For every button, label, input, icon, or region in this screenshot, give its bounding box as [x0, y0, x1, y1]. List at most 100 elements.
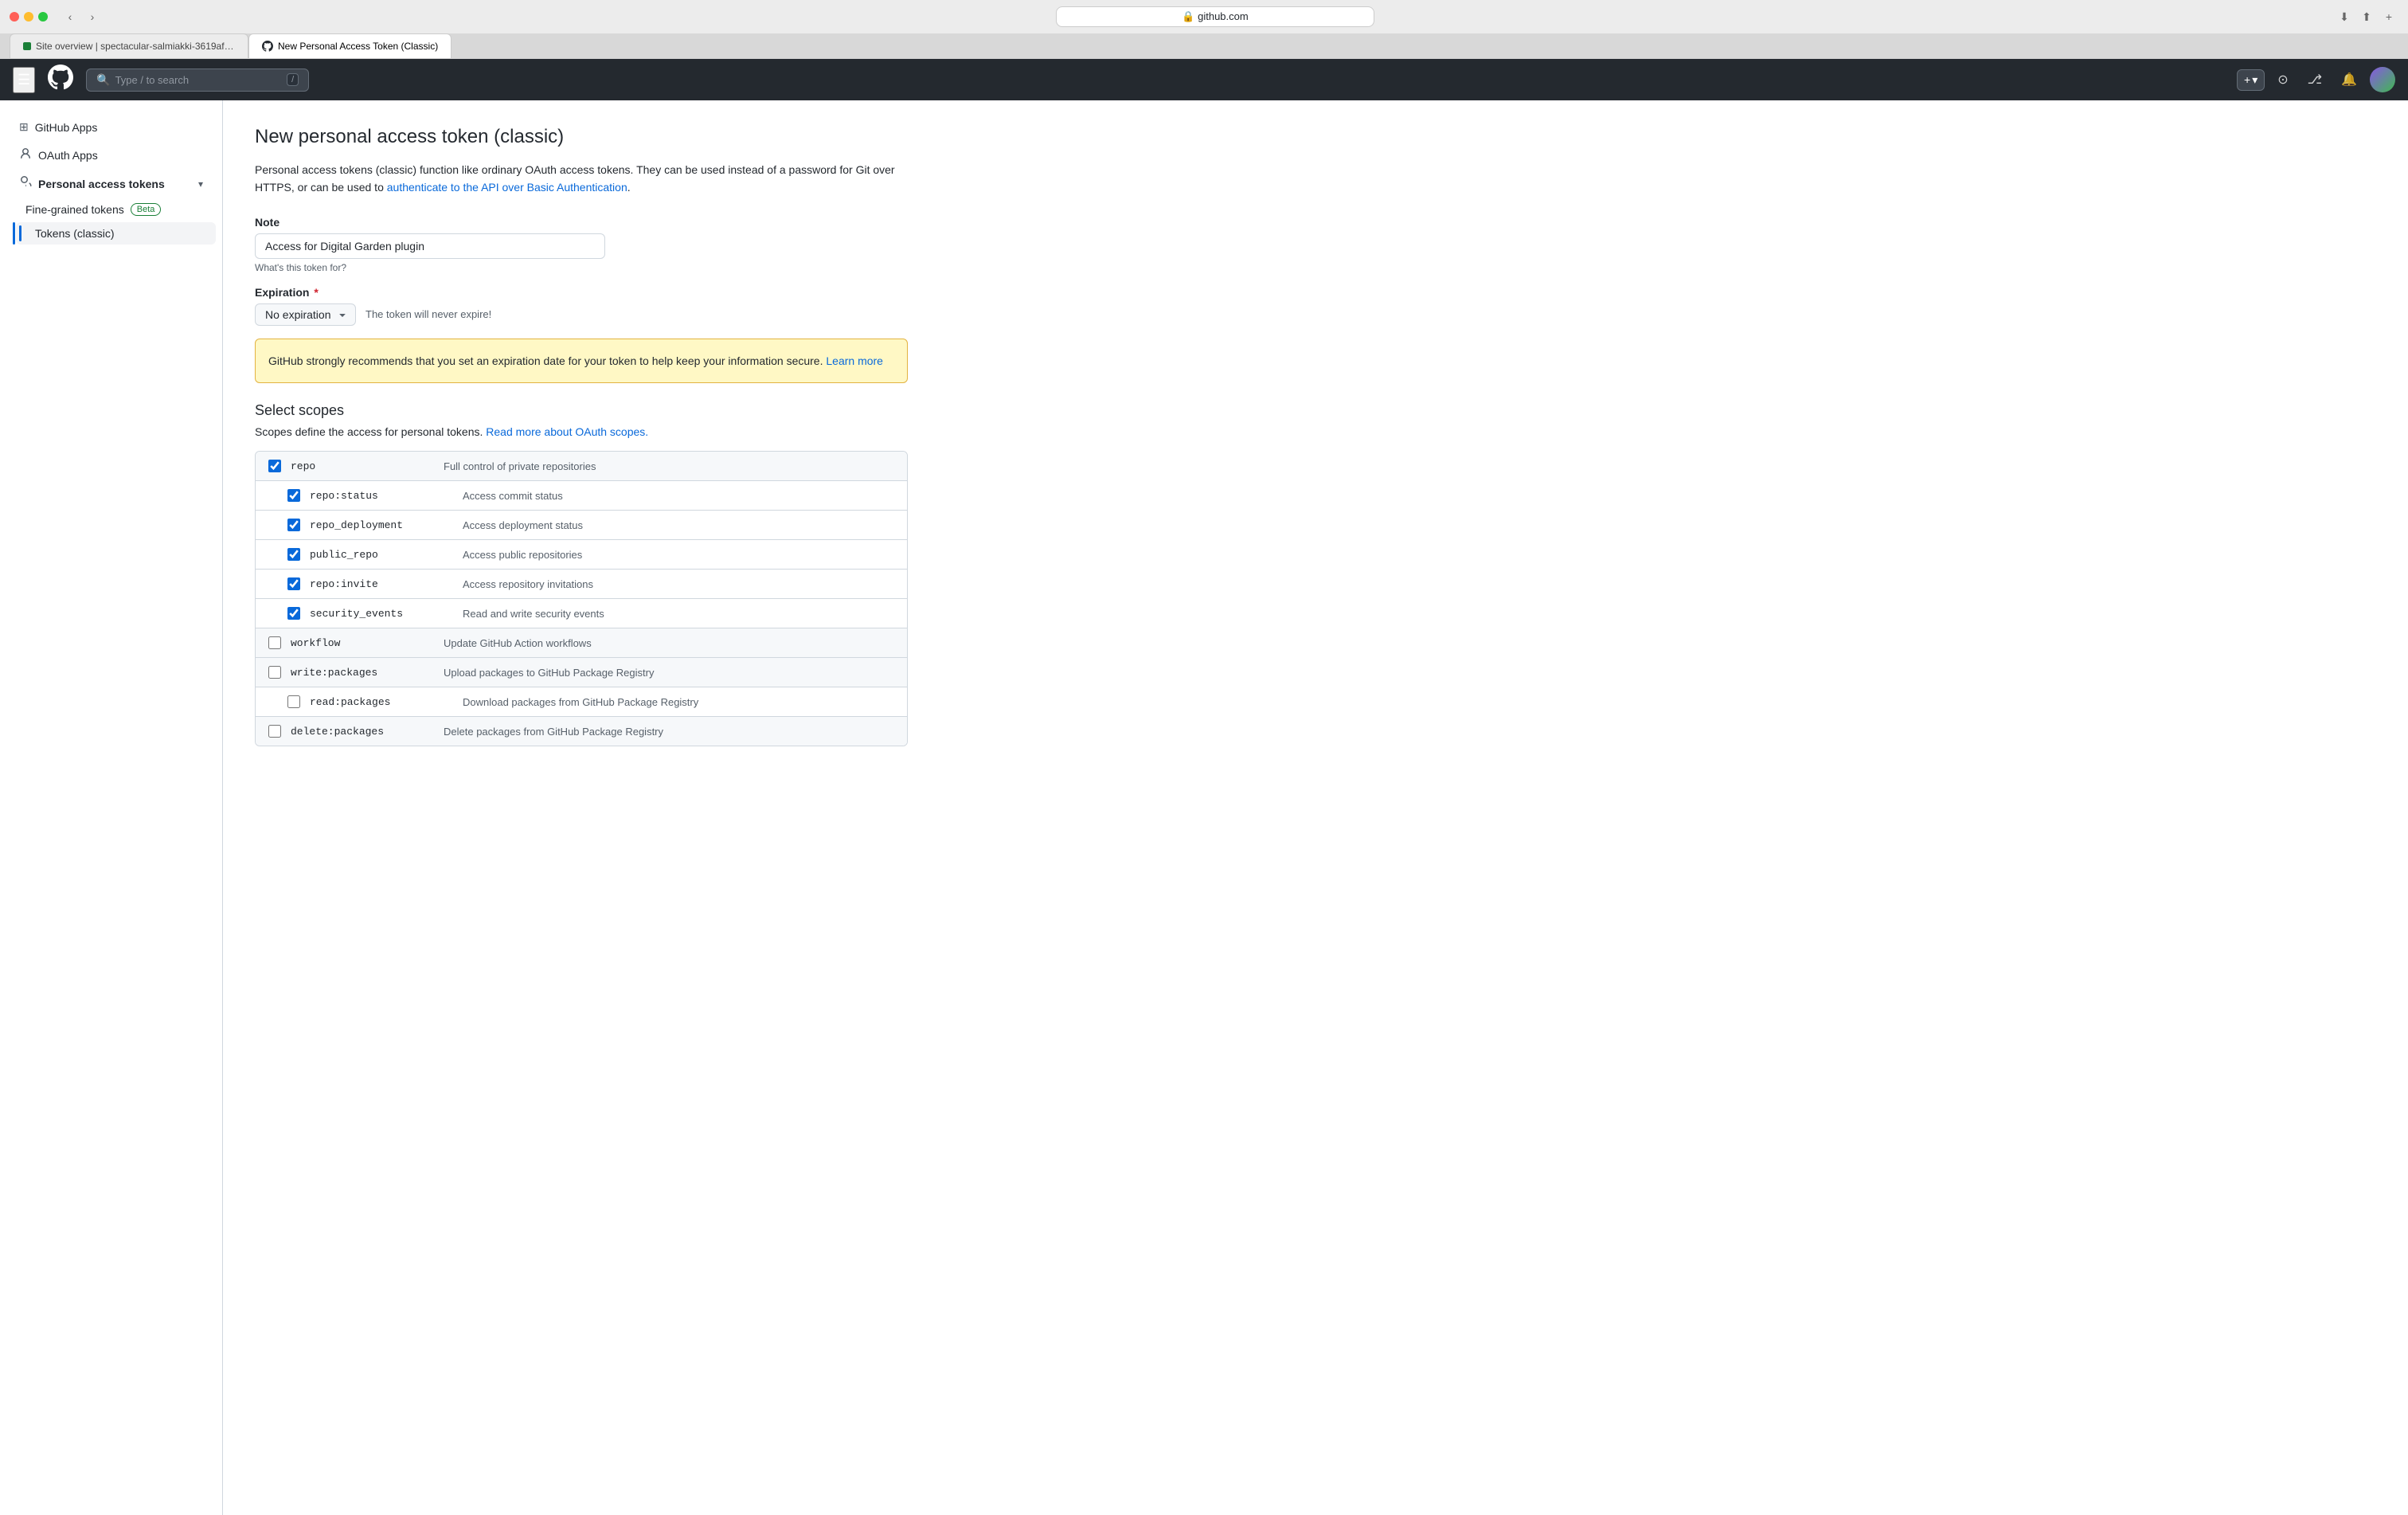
warning-box: GitHub strongly recommends that you set …	[255, 339, 908, 383]
scope-row-public-repo: public_repo Access public repositories	[256, 540, 907, 570]
scope-row-repo-status: repo:status Access commit status	[256, 481, 907, 511]
oauth-scopes-link[interactable]: Read more about OAuth scopes.	[486, 425, 648, 438]
oauth-apps-icon	[19, 147, 32, 162]
search-placeholder: Type / to search	[115, 74, 190, 86]
scope-row-repo-deployment: repo_deployment Access deployment status	[256, 511, 907, 540]
new-item-button[interactable]: + ▾	[2237, 69, 2265, 91]
chevron-up-icon: ▾	[198, 178, 203, 190]
expiration-select-wrapper: No expiration 7 days 30 days 60 days 90 …	[255, 303, 908, 326]
sidebar-item-oauth-apps[interactable]: OAuth Apps	[6, 141, 216, 169]
address-bar[interactable]: 🔒 github.com	[1056, 6, 1374, 27]
sidebar: ⊞ GitHub Apps OAuth Apps Personal access…	[0, 100, 223, 1515]
main-layout: ⊞ GitHub Apps OAuth Apps Personal access…	[0, 100, 2408, 1515]
notifications-button[interactable]: 🔔	[2335, 69, 2363, 91]
scope-desc-security-events: Read and write security events	[463, 608, 604, 620]
scope-checkbox-workflow[interactable]	[268, 636, 281, 649]
github-tab[interactable]: New Personal Access Token (Classic)	[248, 33, 452, 58]
netlify-tab-label: Site overview | spectacular-salmiakki-36…	[36, 41, 235, 52]
browser-titlebar: ‹ › 🔒 github.com ⬇ ⬆ +	[0, 0, 2408, 33]
beta-badge: Beta	[131, 203, 162, 216]
scope-row-workflow: workflow Update GitHub Action workflows	[256, 628, 907, 658]
scope-row-write-packages: write:packages Upload packages to GitHub…	[256, 658, 907, 687]
sidebar-oauth-apps-label: OAuth Apps	[38, 149, 98, 162]
minimize-traffic-light[interactable]	[24, 12, 33, 22]
back-button[interactable]: ‹	[61, 7, 80, 26]
tokens-classic-label: Tokens (classic)	[35, 227, 115, 240]
scope-checkbox-repo-deployment[interactable]	[287, 519, 300, 531]
expiration-form-group: Expiration * No expiration 7 days 30 day…	[255, 286, 908, 326]
netlify-tab[interactable]: Site overview | spectacular-salmiakki-36…	[10, 33, 248, 58]
netlify-favicon	[23, 42, 31, 50]
scope-name-repo-invite: repo:invite	[310, 578, 453, 590]
required-indicator: *	[314, 286, 318, 299]
browser-tabs: Site overview | spectacular-salmiakki-36…	[0, 33, 2408, 58]
download-button[interactable]: ⬇	[2335, 7, 2354, 26]
search-kbd: /	[287, 73, 299, 86]
scope-desc-delete-packages: Delete packages from GitHub Package Regi…	[444, 726, 663, 738]
scope-desc-write-packages: Upload packages to GitHub Package Regist…	[444, 667, 654, 679]
sidebar-item-personal-access-tokens[interactable]: Personal access tokens ▾	[6, 170, 216, 198]
github-tab-label: New Personal Access Token (Classic)	[278, 41, 438, 52]
scope-name-read-packages: read:packages	[310, 696, 453, 708]
scope-checkbox-security-events[interactable]	[287, 607, 300, 620]
scope-checkbox-public-repo[interactable]	[287, 548, 300, 561]
maximize-traffic-light[interactable]	[38, 12, 48, 22]
scope-name-security-events: security_events	[310, 608, 453, 620]
scope-checkbox-write-packages[interactable]	[268, 666, 281, 679]
active-indicator	[13, 222, 15, 245]
scope-desc-repo: Full control of private repositories	[444, 460, 596, 472]
user-avatar[interactable]	[2370, 67, 2395, 92]
note-hint: What's this token for?	[255, 262, 908, 273]
personal-access-tokens-icon	[19, 176, 32, 191]
scopes-table: repo Full control of private repositorie…	[255, 451, 908, 746]
select-scopes-description: Scopes define the access for personal to…	[255, 425, 908, 438]
pull-requests-button[interactable]: ⎇	[2301, 69, 2328, 91]
page-description: Personal access tokens (classic) functio…	[255, 161, 908, 197]
scope-name-workflow: workflow	[291, 637, 434, 649]
sidebar-item-fine-grained-tokens[interactable]: Fine-grained tokens Beta	[13, 198, 216, 221]
app-header: ☰ 🔍 Type / to search / + ▾ ⊙ ⎇ 🔔	[0, 59, 2408, 100]
close-traffic-light[interactable]	[10, 12, 19, 22]
scope-desc-read-packages: Download packages from GitHub Package Re…	[463, 696, 698, 708]
learn-more-link[interactable]: Learn more	[826, 354, 883, 367]
scope-row-read-packages: read:packages Download packages from Git…	[256, 687, 907, 717]
plus-label: +	[2244, 73, 2250, 86]
scope-row-repo: repo Full control of private repositorie…	[256, 452, 907, 481]
sidebar-sub-items: Fine-grained tokens Beta Tokens (classic…	[6, 198, 222, 245]
header-actions: + ▾ ⊙ ⎇ 🔔	[2237, 67, 2395, 92]
github-logo[interactable]	[48, 65, 73, 96]
sidebar-item-tokens-classic[interactable]: Tokens (classic)	[16, 222, 216, 245]
scope-checkbox-delete-packages[interactable]	[268, 725, 281, 738]
hamburger-button[interactable]: ☰	[13, 67, 35, 93]
scope-name-public-repo: public_repo	[310, 549, 453, 561]
new-tab-button[interactable]: +	[2379, 7, 2398, 26]
note-input[interactable]	[255, 233, 605, 259]
sidebar-github-apps-label: GitHub Apps	[35, 121, 98, 134]
expiration-label: Expiration *	[255, 286, 908, 299]
sidebar-item-github-apps[interactable]: ⊞ GitHub Apps	[6, 114, 216, 140]
address-text: github.com	[1198, 10, 1249, 22]
scope-desc-public-repo: Access public repositories	[463, 549, 582, 561]
api-auth-link[interactable]: authenticate to the API over Basic Authe…	[387, 181, 627, 194]
header-search[interactable]: 🔍 Type / to search /	[86, 69, 309, 92]
scope-row-delete-packages: delete:packages Delete packages from Git…	[256, 717, 907, 746]
scope-checkbox-repo[interactable]	[268, 460, 281, 472]
forward-button[interactable]: ›	[83, 7, 102, 26]
note-form-group: Note What's this token for?	[255, 216, 908, 273]
scope-desc-repo-status: Access commit status	[463, 490, 563, 502]
share-button[interactable]: ⬆	[2357, 7, 2376, 26]
scope-checkbox-read-packages[interactable]	[287, 695, 300, 708]
scope-checkbox-repo-status[interactable]	[287, 489, 300, 502]
scope-name-delete-packages: delete:packages	[291, 726, 434, 738]
sidebar-pat-label: Personal access tokens	[38, 178, 165, 190]
scope-desc-repo-deployment: Access deployment status	[463, 519, 583, 531]
scope-checkbox-repo-invite[interactable]	[287, 577, 300, 590]
github-favicon-icon	[262, 41, 273, 52]
main-content: New personal access token (classic) Pers…	[223, 100, 940, 1515]
expiration-select[interactable]: No expiration 7 days 30 days 60 days 90 …	[255, 303, 356, 326]
scope-name-repo-status: repo:status	[310, 490, 453, 502]
github-apps-icon: ⊞	[19, 120, 29, 134]
chevron-down-icon: ▾	[2252, 73, 2258, 87]
issues-button[interactable]: ⊙	[2271, 69, 2294, 91]
traffic-lights	[10, 12, 48, 22]
